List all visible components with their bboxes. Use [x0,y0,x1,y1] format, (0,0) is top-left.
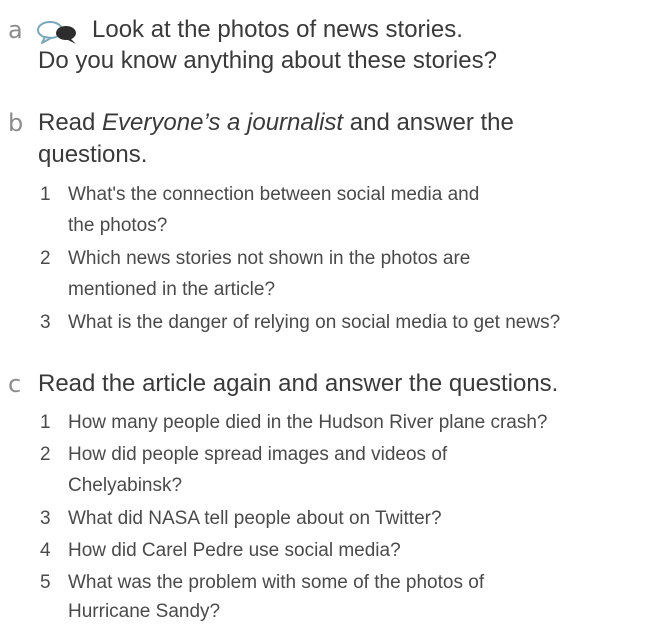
exercise-a-line-1: Look at the photos of news stories. [92,16,463,43]
question-text: What's the connection between social med… [68,184,480,205]
question-number: 4 [40,540,51,561]
question-number: 2 [40,248,51,269]
question-number: 5 [40,572,51,593]
question-number: 1 [40,412,51,433]
exercise-b-instruction-line-2: questions. [38,141,148,168]
question-number: 1 [40,184,51,205]
question-text: What did NASA tell people about on Twitt… [68,508,442,529]
exercise-c-instruction: Read the article again and answer the qu… [38,370,559,397]
exercise-a-line-2: Do you know anything about these stories… [38,47,497,74]
question-text: mentioned in the article? [68,279,276,300]
article-title: Everyone’s a journalist [102,109,344,136]
question-text: Chelyabinsk? [68,475,183,496]
exercise-letter-c: c [8,370,22,398]
speech-bubbles-icon [37,21,76,44]
question-number: 3 [40,312,51,333]
question-text: What was the problem with some of the ph… [68,572,485,593]
question-number: 3 [40,508,51,529]
exercise-b-instruction: Read Everyone’s a journalist and answer … [38,109,514,137]
question-text: How many people died in the Hudson River… [68,412,548,433]
instruction-text-pre: Read [38,109,103,136]
exercise-letter-a: a [8,16,23,44]
exercise-page: a Look at the photos of news stories. Do… [0,0,653,624]
question-text: How did Carel Pedre use social media? [68,540,401,561]
instruction-text-post: and answer the [343,109,514,136]
question-text: How did people spread images and videos … [68,444,448,465]
exercise-letter-b: b [8,109,24,137]
question-text: the photos? [68,215,168,236]
question-text: Which news stories not shown in the phot… [68,248,471,269]
question-text: What is the danger of relying on social … [68,312,561,333]
question-text: Hurricane Sandy? [68,601,221,622]
question-number: 2 [40,444,51,465]
